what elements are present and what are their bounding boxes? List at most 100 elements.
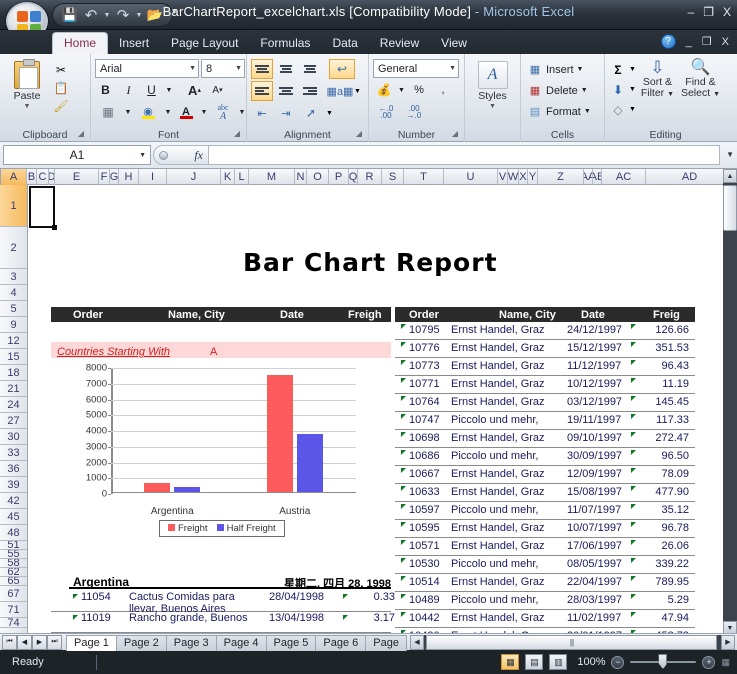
align-middle-button[interactable] — [275, 59, 297, 79]
row-header-62[interactable]: 62 — [0, 568, 27, 577]
row-header-24[interactable]: 24 — [0, 397, 27, 413]
decrease-decimal-button[interactable]: .00 →.0 — [401, 102, 427, 122]
zoom-slider-thumb[interactable] — [658, 654, 668, 669]
column-header-I[interactable]: I — [139, 169, 167, 185]
fill-color-dropdown-icon[interactable]: ▼ — [163, 102, 173, 122]
zoom-out-button[interactable]: − — [611, 655, 625, 669]
name-box-dropdown-icon[interactable]: ▼ — [139, 152, 146, 159]
row-header-74[interactable]: 74 — [0, 618, 27, 628]
active-cell-selection[interactable] — [29, 186, 57, 230]
ribbon-tab-home[interactable]: Home — [52, 32, 109, 54]
vertical-scrollbar[interactable]: ▲ ▼ — [723, 169, 737, 635]
row-header-5[interactable]: 5 — [0, 301, 27, 317]
column-header-AC[interactable]: AC — [602, 169, 646, 185]
column-header-J[interactable]: J — [167, 169, 221, 185]
percent-style-button[interactable]: % — [408, 80, 430, 100]
scroll-right-button[interactable]: ▶ — [721, 634, 735, 650]
resize-grip-icon[interactable]: ▦ — [721, 657, 729, 668]
right-table-row[interactable]: 10530 Piccolo und mehr, 08/05/1997 339.22 — [395, 556, 695, 574]
column-header-P[interactable]: P — [329, 169, 349, 185]
chart-bar-austria-freight[interactable] — [266, 375, 293, 492]
column-header-E[interactable]: E — [55, 169, 99, 185]
column-header-B[interactable]: B — [27, 169, 37, 185]
clipboard-dialog-launcher[interactable]: ◢ — [78, 127, 84, 141]
font-size-combo[interactable]: 8 ▼ — [201, 59, 245, 78]
row-header-51[interactable]: 51 — [0, 541, 27, 550]
chart-bar-austria-half-freight[interactable] — [296, 433, 323, 492]
left-table-row[interactable]: 11019 Rancho grande, Buenos 13/04/1998 3.17 — [51, 612, 395, 633]
fill-button[interactable]: ⬇ ▼ — [609, 80, 636, 99]
bar-chart[interactable]: 0 1000 2000 3000 4000 5000 6000 7000 8000 Argenti… — [51, 358, 391, 558]
right-table-row[interactable]: 10747 Piccolo und mehr, 19/11/1997 117.33 — [395, 412, 695, 430]
underline-button[interactable]: U — [141, 80, 162, 100]
right-table-row[interactable]: 10571 Ernst Handel, Graz 17/06/1997 26.06 — [395, 538, 695, 556]
align-right-button[interactable] — [299, 81, 321, 101]
phonetic-guide-button[interactable]: abc A — [211, 102, 235, 122]
chart-bar-argentina-half-freight[interactable] — [174, 487, 201, 492]
bold-button[interactable]: B — [95, 80, 116, 100]
row-header-36[interactable]: 36 — [0, 461, 27, 477]
vertical-scroll-thumb[interactable] — [723, 185, 737, 231]
zoom-level-label[interactable]: 100% — [573, 656, 605, 668]
right-table-row[interactable]: 10633 Ernst Handel, Graz 15/08/1997 477.90 — [395, 484, 695, 502]
column-header-V[interactable]: V — [498, 169, 508, 185]
column-header-O[interactable]: O — [307, 169, 329, 185]
ribbon-tab-view[interactable]: View — [430, 33, 478, 54]
paste-dropdown-icon[interactable]: ▼ — [24, 103, 31, 110]
row-header-39[interactable]: 39 — [0, 477, 27, 493]
select-all-button[interactable] — [0, 169, 1, 185]
column-header-M[interactable]: M — [249, 169, 295, 185]
row-header-4[interactable]: 4 — [0, 285, 27, 301]
row-header-27[interactable]: 27 — [0, 413, 27, 429]
insert-cells-button[interactable]: ▦ Insert ▼ — [527, 59, 584, 80]
cut-icon[interactable]: ✂ — [52, 62, 70, 78]
accounting-dropdown-icon[interactable]: ▼ — [397, 80, 406, 100]
formula-input[interactable] — [209, 145, 720, 165]
orientation-dropdown-icon[interactable]: ▼ — [325, 103, 334, 123]
right-table-row[interactable]: 10595 Ernst Handel, Graz 10/07/1997 96.78 — [395, 520, 695, 538]
row-header-18[interactable]: 18 — [0, 365, 27, 381]
insert-function-button[interactable]: fx — [153, 145, 209, 165]
font-size-dropdown-icon[interactable]: ▼ — [232, 65, 242, 72]
wrap-text-button[interactable]: ↩ — [329, 59, 355, 79]
right-table-row[interactable]: 10667 Ernst Handel, Graz 12/09/1997 78.09 — [395, 466, 695, 484]
autosum-button[interactable]: Σ ▼ — [609, 60, 636, 79]
scroll-up-button[interactable]: ▲ — [723, 169, 737, 183]
sheet-tab-page-5[interactable]: Page 5 — [265, 634, 317, 651]
chart-bar-argentina-freight[interactable] — [144, 482, 171, 492]
sheet-tab-page[interactable]: Page — [365, 634, 407, 651]
column-header-N[interactable]: N — [295, 169, 307, 185]
font-color-button[interactable]: A — [175, 102, 197, 122]
decrease-indent-button[interactable]: ⇤ — [251, 103, 273, 123]
right-table-row[interactable]: 10698 Ernst Handel, Graz 09/10/1997 272.47 — [395, 430, 695, 448]
borders-dropdown-icon[interactable]: ▼ — [123, 102, 133, 122]
column-header-AD[interactable]: AD — [646, 169, 734, 185]
copy-icon[interactable]: 📋 — [52, 80, 70, 96]
row-header-3[interactable]: 3 — [0, 269, 27, 285]
right-table-row[interactable]: 10442 Ernst Handel, Graz 11/02/1997 47.94 — [395, 610, 695, 628]
minimize-button[interactable]: – — [688, 5, 695, 19]
column-header-Z[interactable]: Z — [538, 169, 584, 185]
font-name-dropdown-icon[interactable]: ▼ — [186, 65, 196, 72]
column-header-H[interactable]: H — [119, 169, 139, 185]
autosum-dropdown-icon[interactable]: ▼ — [629, 66, 636, 73]
column-header-L[interactable]: L — [235, 169, 249, 185]
comma-style-button[interactable]: , — [432, 80, 454, 100]
increase-decimal-button[interactable]: ←.0.00 — [373, 102, 399, 122]
clear-button[interactable]: ◇ ▼ — [609, 100, 636, 119]
align-left-button[interactable] — [251, 81, 273, 101]
close-button[interactable]: X — [723, 5, 731, 19]
styles-dropdown-icon[interactable]: ▼ — [489, 103, 496, 110]
row-header-2[interactable]: 2 — [0, 227, 27, 269]
underline-dropdown-icon[interactable]: ▼ — [164, 80, 174, 100]
ribbon-close-button[interactable]: X — [722, 36, 729, 48]
ribbon-restore-button[interactable]: ❐ — [702, 35, 712, 48]
font-name-combo[interactable]: Arial ▼ — [95, 59, 199, 78]
number-format-dropdown-icon[interactable]: ▼ — [446, 65, 456, 72]
ribbon-tab-review[interactable]: Review — [369, 33, 430, 54]
shrink-font-button[interactable]: A ▾ — [207, 80, 228, 100]
column-header-R[interactable]: R — [358, 169, 382, 185]
scroll-left-button[interactable]: ◀ — [409, 634, 424, 650]
column-header-AB[interactable]: AB — [593, 169, 602, 185]
sheet-tab-page-3[interactable]: Page 3 — [165, 634, 217, 651]
